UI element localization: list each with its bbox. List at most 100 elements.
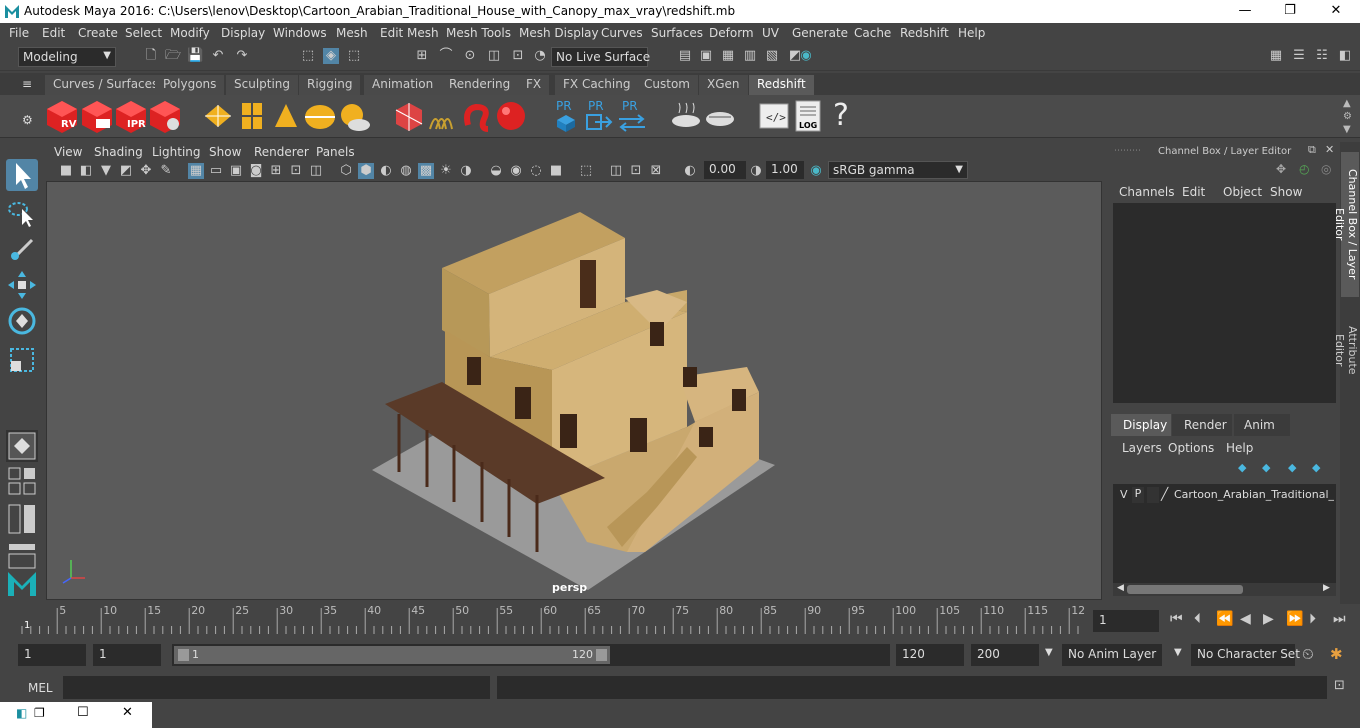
speed-icon[interactable]: ◴ [1299, 162, 1309, 176]
hyper-icon[interactable]: ◎ [1321, 162, 1331, 176]
wireframe-on-shaded-icon[interactable]: ◐ [378, 163, 394, 179]
snap-view-icon[interactable]: ◫ [486, 48, 502, 64]
animation-preferences-icon[interactable]: ✱ [1330, 645, 1343, 663]
select-hierarchy-icon[interactable]: ⬚ [300, 48, 316, 64]
tab-sculpting[interactable]: Sculpting [226, 75, 299, 95]
layer-scrollbar[interactable]: ◀ ▶ [1113, 583, 1336, 596]
hypershade-icon[interactable]: ▧ [764, 48, 780, 64]
shader-icon[interactable] [460, 99, 494, 133]
pr-object-icon[interactable]: PR [549, 99, 583, 133]
shelf-menu-icon[interactable]: ≡ [22, 77, 32, 91]
proxy-icon[interactable] [201, 99, 235, 133]
volume-icon[interactable] [392, 99, 426, 133]
viewport-menu-panels[interactable]: Panels [316, 145, 355, 159]
go-to-end-icon[interactable]: ⏭ [1333, 611, 1346, 627]
depth-of-field-icon[interactable]: ■ [548, 163, 564, 179]
time-slider[interactable]: 5 10 15 20 25 30 35 40 45 50 55 60 65 70 75 80 85 90 95 100… [0, 604, 1360, 638]
color-management-icon[interactable]: ◉ [808, 163, 824, 179]
tab-fx[interactable]: FX [518, 75, 550, 95]
ipr-render-icon[interactable]: ▥ [742, 48, 758, 64]
pr-swap-icon[interactable]: PR [615, 99, 649, 133]
layers-menu-help[interactable]: Help [1226, 441, 1253, 455]
panel-grip-icon[interactable]: ⋯⋯⋯ [1114, 146, 1141, 156]
layers-menu-options[interactable]: Options [1168, 441, 1214, 455]
restore-icon[interactable]: ❐ [34, 706, 45, 720]
tab-fx-caching[interactable]: FX Caching [555, 75, 639, 95]
two-pane-layout-icon[interactable] [6, 503, 38, 535]
xray-joints-icon[interactable]: ⊡ [628, 163, 644, 179]
script-editor-icon[interactable]: ⊡ [1334, 678, 1345, 693]
redshift-render-view-icon[interactable]: RV [45, 99, 79, 133]
default-material-icon[interactable]: ◍ [398, 163, 414, 179]
material-ball-icon[interactable] [494, 99, 528, 133]
maya-app-icon[interactable]: ◧ [16, 706, 27, 720]
channels-menu-object[interactable]: Object [1223, 185, 1262, 199]
save-scene-icon[interactable]: 💾 [187, 48, 203, 64]
range-handle-right[interactable] [596, 649, 607, 661]
shadows-icon[interactable]: ◑ [458, 163, 474, 179]
dome-light-icon[interactable] [303, 99, 337, 133]
command-input[interactable] [63, 676, 490, 699]
toggle-channel-box-icon[interactable]: ◧ [1337, 48, 1353, 64]
rotate-tool-icon[interactable] [6, 305, 38, 337]
select-tool-icon[interactable] [6, 159, 38, 191]
go-to-start-icon[interactable]: ⏮ [1170, 611, 1183, 627]
menu-deform[interactable]: Deform [709, 26, 754, 40]
viewport-menu-shading[interactable]: Shading [94, 145, 143, 159]
tab-xgen[interactable]: XGen [699, 75, 748, 95]
layer-tab-render[interactable]: Render [1172, 414, 1232, 436]
redshift-ipr-icon[interactable]: IPR [114, 99, 148, 133]
menu-generate[interactable]: Generate [792, 26, 848, 40]
range-slider[interactable]: 1 120 [172, 644, 890, 666]
shelf-settings-icon[interactable]: ⚙ [22, 113, 33, 127]
menu-cache[interactable]: Cache [854, 26, 891, 40]
play-backwards-icon[interactable]: ◀ [1240, 611, 1251, 627]
playback-start-field[interactable]: 1 [93, 644, 161, 666]
minimize-icon[interactable]: — [1222, 0, 1268, 23]
menu-surfaces[interactable]: Surfaces [651, 26, 703, 40]
channels-menu-edit[interactable]: Edit [1182, 185, 1205, 199]
side-tab-channel-box[interactable]: Channel Box / Layer Editor [1333, 152, 1359, 297]
close-panel-icon[interactable]: ✕ [1325, 143, 1334, 156]
range-handle-left[interactable] [178, 649, 189, 661]
perspective-viewport[interactable]: persp [46, 181, 1102, 600]
viewport-menu-show[interactable]: Show [209, 145, 241, 159]
layer-playback-toggle[interactable]: P [1132, 487, 1144, 503]
menu-edit[interactable]: Edit [42, 26, 65, 40]
textured-icon[interactable]: ▩ [418, 163, 434, 179]
pr-export-icon[interactable]: PR [581, 99, 615, 133]
viewport-menu-lighting[interactable]: Lighting [152, 145, 201, 159]
scale-tool-icon[interactable] [6, 344, 38, 376]
xray-icon[interactable]: ◫ [608, 163, 624, 179]
four-pane-layout-icon[interactable] [6, 466, 38, 498]
render-view-icon[interactable]: ▣ [698, 48, 714, 64]
layer-row[interactable]: V P ╱ Cartoon_Arabian_Traditional_H [1115, 486, 1334, 504]
xray-components-icon[interactable]: ⊠ [648, 163, 664, 179]
menu-select[interactable]: Select [125, 26, 162, 40]
undo-icon[interactable]: ↶ [210, 48, 226, 64]
live-surface-field[interactable]: No Live Surface [551, 47, 650, 67]
scroll-thumb[interactable] [1127, 585, 1243, 594]
log-icon[interactable]: LOG [791, 99, 825, 133]
colorspace-selector[interactable]: sRGB gamma ▼ [828, 161, 968, 179]
script-language-label[interactable]: MEL [28, 681, 53, 695]
snap-surface-icon[interactable]: ⊡ [510, 48, 526, 64]
render-current-icon[interactable]: ▦ [720, 48, 736, 64]
viewport-menu-renderer[interactable]: Renderer [254, 145, 309, 159]
menu-curves[interactable]: Curves [601, 26, 643, 40]
move-layer-up-icon[interactable]: ◆ [1238, 461, 1246, 474]
maximize-icon[interactable]: ❐ [1267, 0, 1313, 23]
exposure-icon[interactable]: ◐ [682, 163, 698, 179]
anti-aliasing-icon[interactable]: ◌ [528, 163, 544, 179]
layer-tab-display[interactable]: Display [1111, 414, 1171, 436]
gamma-field[interactable]: 1.00 [766, 161, 804, 179]
menu-windows[interactable]: Windows [273, 26, 327, 40]
light-editor-icon[interactable]: ◉ [798, 48, 814, 64]
safe-action-icon[interactable]: ⊡ [288, 163, 304, 179]
viewport-menu-view[interactable]: View [54, 145, 82, 159]
side-tab-attribute-editor[interactable]: Attribute Editor [1333, 310, 1359, 390]
move-tool-icon[interactable] [6, 269, 38, 301]
current-frame-field[interactable]: 1 [1093, 610, 1159, 632]
close-icon[interactable]: ✕ [1313, 0, 1359, 23]
layer-tab-anim[interactable]: Anim [1234, 414, 1290, 436]
